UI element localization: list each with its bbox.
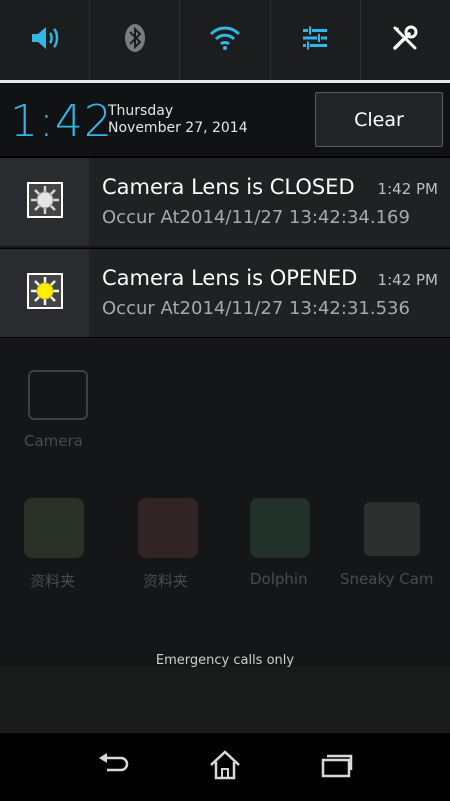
home-screen-background: Camera 资料夹 资料夹 Dolphin Sneaky Cam xyxy=(0,338,450,732)
quick-settings-bar xyxy=(0,0,450,80)
emergency-calls-label: Emergency calls only xyxy=(155,653,295,668)
app-label: Dolphin xyxy=(250,570,308,588)
day-label: Thursday xyxy=(108,103,174,119)
notification-subtitle: Occur At2014/11/27 13:42:31.536 xyxy=(102,298,410,319)
notification-time: 1:42 PM xyxy=(377,271,438,289)
notification-time: 1:42 PM xyxy=(377,180,438,198)
camera-app-icon xyxy=(28,370,88,420)
dolphin-app-icon xyxy=(250,498,310,558)
dock-area xyxy=(0,666,450,732)
clear-button[interactable]: Clear xyxy=(315,92,443,147)
back-button[interactable] xyxy=(88,747,138,787)
recents-icon xyxy=(319,751,355,783)
bluetooth-icon xyxy=(124,23,146,57)
app-label: Camera xyxy=(24,432,83,450)
app-label: 资料夹 xyxy=(143,572,189,590)
volume-icon xyxy=(30,25,60,55)
sun-gray-icon xyxy=(26,182,63,222)
notification-title: Camera Lens is OPENED xyxy=(102,266,358,290)
wifi-icon xyxy=(209,25,241,55)
settings-sliders-icon xyxy=(301,26,329,54)
notification-item[interactable]: Camera Lens is OPENED 1:42 PM Occur At20… xyxy=(0,249,450,337)
home-button[interactable] xyxy=(200,747,250,787)
notification-divider xyxy=(0,246,450,248)
notification-icon-box xyxy=(0,249,89,337)
folder-icon xyxy=(24,498,84,558)
wifi-toggle[interactable] xyxy=(180,0,271,80)
sun-yellow-icon xyxy=(26,273,63,313)
settings-sliders-toggle[interactable] xyxy=(271,0,361,80)
app-label: Sneaky Cam xyxy=(340,570,434,588)
notification-subtitle: Occur At2014/11/27 13:42:34.169 xyxy=(102,207,410,228)
home-icon xyxy=(208,749,242,785)
tools-icon xyxy=(391,24,419,56)
volume-toggle[interactable] xyxy=(0,0,91,80)
notification-icon-box xyxy=(0,158,89,246)
notification-title: Camera Lens is CLOSED xyxy=(102,175,355,199)
tools-toggle[interactable] xyxy=(361,0,450,80)
clock-time: 1:42 xyxy=(10,96,113,147)
folder-icon xyxy=(138,498,198,558)
date-label: November 27, 2014 xyxy=(108,120,248,136)
navigation-bar xyxy=(0,732,450,801)
notification-item[interactable]: Camera Lens is CLOSED 1:42 PM Occur At20… xyxy=(0,158,450,246)
recents-button[interactable] xyxy=(312,747,362,787)
app-label: 资料夹 xyxy=(30,572,76,590)
sneaky-cam-app-icon xyxy=(364,502,420,556)
bluetooth-toggle[interactable] xyxy=(90,0,181,80)
back-icon xyxy=(95,752,131,782)
